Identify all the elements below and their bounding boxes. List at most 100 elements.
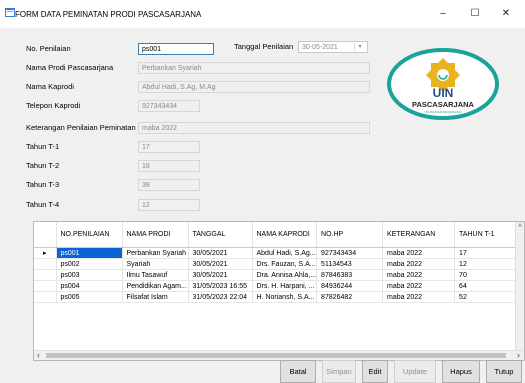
table-row[interactable]: ▸ ps001 Perbankan Syariah 30/05/2021 Abd… <box>34 247 522 259</box>
logo-sub: UIN ANTASARI BANJARMASIN <box>425 110 462 114</box>
table-cell[interactable]: 52 <box>454 291 522 303</box>
tanggal-value: 30-05-2021 <box>302 44 338 51</box>
table-row[interactable]: ps004 Pendidikan Agam... 31/05/2023 16:5… <box>34 280 522 292</box>
close-button[interactable]: ✕ <box>493 4 519 24</box>
table-cell[interactable]: ps001 <box>56 247 123 259</box>
column-header[interactable]: NAMA PRODI <box>122 222 189 248</box>
row-header[interactable] <box>34 280 57 292</box>
nama-prodi-label: Nama Prodi Pascasarjana <box>26 63 114 72</box>
table-cell[interactable]: 30/05/2021 <box>188 258 253 270</box>
no-penilaian-label: No. Penilaian <box>26 44 71 53</box>
column-header[interactable]: KETERANGAN <box>382 222 456 248</box>
scroll-up-icon[interactable]: ˄ <box>516 222 524 231</box>
batal-button[interactable]: Batal <box>280 360 316 383</box>
table-cell[interactable]: 70 <box>454 269 522 281</box>
table-cell[interactable]: 30/05/2021 <box>188 269 253 281</box>
logo-graphic: UIN PASCASARJANA UIN ANTASARI BANJARMASI… <box>387 48 499 120</box>
table-cell[interactable]: 51134543 <box>316 258 384 270</box>
table-cell[interactable]: Drs. H. Harpani, ... <box>252 280 318 292</box>
table-cell[interactable]: 31/05/2023 22:04 <box>188 291 253 303</box>
table-cell[interactable]: maba 2022 <box>382 291 456 303</box>
table-header-row: NO.PENILAIAN NAMA PRODI TANGGAL NAMA KAP… <box>34 222 522 248</box>
table-cell[interactable]: Abdul Hadi, S.Ag... <box>252 247 318 259</box>
keterangan-label: Keterangan Penilaian Peminatan <box>26 123 136 132</box>
table-cell[interactable]: ps004 <box>56 280 123 292</box>
table-cell[interactable]: 927343434 <box>316 247 384 259</box>
table-cell[interactable]: 64 <box>454 280 522 292</box>
nama-kaprodi-field[interactable]: Abdul Hadi, S.Ag, M.Ag <box>138 81 370 93</box>
uin-pascasarjana-logo: UIN PASCASARJANA UIN ANTASARI BANJARMASI… <box>387 48 500 120</box>
table-cell[interactable]: ps002 <box>56 258 123 270</box>
simpan-button[interactable]: Simpan <box>322 360 356 383</box>
telepon-field[interactable]: 927343434 <box>138 100 200 112</box>
table-cell[interactable]: 84936244 <box>316 280 384 292</box>
keterangan-field[interactable]: maba 2022 <box>138 122 370 134</box>
minimize-button[interactable]: – <box>430 4 456 24</box>
table-cell[interactable]: maba 2022 <box>382 247 456 259</box>
table-row[interactable]: ps002 Syariah 30/05/2021 Drs. Fauzan, S.… <box>34 258 522 270</box>
row-header-corner <box>34 222 57 248</box>
tahun-t3-label: Tahun T-3 <box>26 180 60 189</box>
tutup-button[interactable]: Tutup <box>486 360 522 383</box>
telepon-label: Telepon Kaprodi <box>26 101 81 110</box>
table-cell[interactable]: Pendidikan Agam... <box>122 280 189 292</box>
table-row[interactable]: ps005 Filsafat Islam 31/05/2023 22:04 H.… <box>34 291 522 303</box>
tahun-t1-label: Tahun T-1 <box>26 142 60 151</box>
tahun-t3-field[interactable]: 38 <box>138 179 200 191</box>
no-penilaian-input[interactable]: ps001 <box>138 43 214 55</box>
selected-row-arrow-icon: ▸ <box>34 247 57 259</box>
table-cell[interactable]: Filsafat Islam <box>122 291 189 303</box>
title-bar: FORM DATA PEMINATAN PRODI PASCASARJANA –… <box>0 0 525 28</box>
scrollbar-thumb[interactable] <box>46 353 506 358</box>
app-icon <box>5 8 15 17</box>
table-cell[interactable]: ps005 <box>56 291 123 303</box>
table-row[interactable]: ps003 Ilmu Tasawuf 30/05/2021 Dra. Annis… <box>34 269 522 281</box>
edit-button[interactable]: Edit <box>362 360 388 383</box>
column-header[interactable]: NO.PENILAIAN <box>56 222 123 248</box>
data-grid[interactable]: NO.PENILAIAN NAMA PRODI TANGGAL NAMA KAP… <box>33 221 525 361</box>
column-header[interactable]: NO.HP <box>316 222 384 248</box>
calendar-dropdown-icon[interactable]: ▾ <box>354 43 365 51</box>
tahun-t2-field[interactable]: 18 <box>138 160 200 172</box>
table-cell[interactable]: Ilmu Tasawuf <box>122 269 189 281</box>
scroll-right-icon[interactable]: › <box>517 350 520 360</box>
table-cell[interactable]: ps003 <box>56 269 123 281</box>
table-cell[interactable]: maba 2022 <box>382 269 456 281</box>
vertical-scrollbar[interactable]: ˄ <box>515 222 524 352</box>
table-cell[interactable]: 12 <box>454 258 522 270</box>
row-header[interactable] <box>34 269 57 281</box>
table-cell[interactable]: Drs. Fauzan, S.A... <box>252 258 318 270</box>
tanggal-date-picker[interactable]: 30-05-2021 ▾ <box>298 41 368 53</box>
table-cell[interactable]: 31/05/2023 16:55 <box>188 280 253 292</box>
tahun-t1-field[interactable]: 17 <box>138 141 200 153</box>
column-header[interactable]: TAHUN T-1 <box>454 222 522 248</box>
tahun-t4-label: Tahun T-4 <box>26 200 60 209</box>
table-cell[interactable]: 87826482 <box>316 291 384 303</box>
logo-name: PASCASARJANA <box>412 100 475 109</box>
table-cell[interactable]: 30/05/2021 <box>188 247 253 259</box>
table-cell[interactable]: Dra. Annisa Ahla,... <box>252 269 318 281</box>
table-cell[interactable]: Syariah <box>122 258 189 270</box>
table-cell[interactable]: 17 <box>454 247 522 259</box>
row-header[interactable] <box>34 291 57 303</box>
table-cell[interactable]: H. Noriansh, S.A... <box>252 291 318 303</box>
tahun-t2-label: Tahun T-2 <box>26 161 60 170</box>
update-button[interactable]: Update <box>394 360 436 383</box>
table-cell[interactable]: Perbankan Syariah <box>122 247 189 259</box>
table-cell[interactable]: maba 2022 <box>382 280 456 292</box>
column-header[interactable]: TANGGAL <box>188 222 253 248</box>
table-cell[interactable]: 87846383 <box>316 269 384 281</box>
nama-kaprodi-label: Nama Kaprodi <box>26 82 74 91</box>
row-header[interactable] <box>34 258 57 270</box>
nama-prodi-field[interactable]: Perbankan Syariah <box>138 62 370 74</box>
horizontal-scrollbar[interactable]: ‹ › <box>34 350 524 360</box>
window-title: FORM DATA PEMINATAN PRODI PASCASARJANA <box>15 10 202 19</box>
scroll-left-icon[interactable]: ‹ <box>37 350 40 360</box>
hapus-button[interactable]: Hapus <box>442 360 480 383</box>
logo-brand: UIN <box>433 86 454 100</box>
maximize-button[interactable]: ☐ <box>462 4 488 24</box>
tahun-t4-field[interactable]: 12 <box>138 199 200 211</box>
tanggal-label: Tanggal Penilaian <box>234 42 294 51</box>
table-cell[interactable]: maba 2022 <box>382 258 456 270</box>
column-header[interactable]: NAMA KAPRODI <box>252 222 318 248</box>
